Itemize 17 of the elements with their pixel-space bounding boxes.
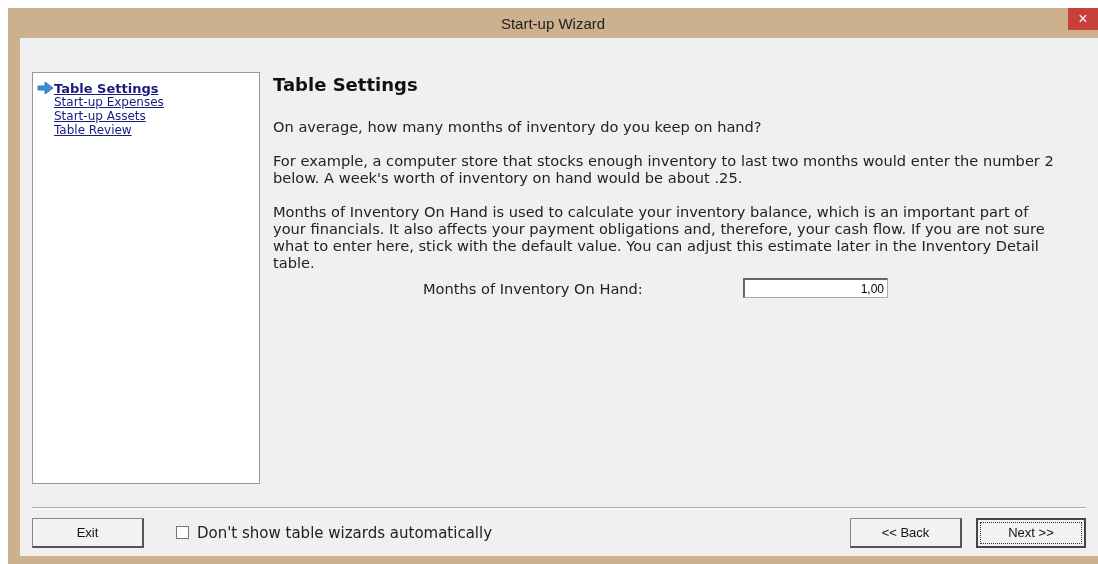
paragraph: On average, how many months of inventory do you keep on hand? xyxy=(273,118,763,135)
window-title: Start-up Wizard xyxy=(500,14,606,32)
step-link[interactable]: Start-up Expenses xyxy=(54,95,164,109)
step-link[interactable]: Table Review xyxy=(54,123,132,137)
exit-button[interactable]: Exit xyxy=(32,517,144,548)
back-button[interactable]: << Back xyxy=(850,517,962,548)
step-link[interactable]: Table Settings xyxy=(54,80,159,96)
step-link[interactable]: Start-up Assets xyxy=(54,109,146,123)
field-label: Months of Inventory On Hand: xyxy=(423,279,644,297)
months-input[interactable]: 1,00 xyxy=(743,278,888,298)
page-heading: Table Settings xyxy=(273,74,419,95)
checkbox-label: Don't show table wizards automatically xyxy=(197,523,493,542)
paragraph: For example, a computer store that stocks enough inventory to last two months would enter the number 2 below. A week's worth of inventory on hand would be about .25. xyxy=(273,152,1055,186)
checkbox[interactable] xyxy=(176,526,189,539)
next-button[interactable]: Next >> xyxy=(976,517,1086,548)
close-button[interactable]: × xyxy=(1068,8,1098,30)
paragraph: Months of Inventory On Hand is used to calculate your inventory balance, which is an important part of your financials. It also affects your payment obligations and, therefore, your cash flow. If you are not sure what to enter here, stick with the default value. You can adjust this estimate later in the Inventory Detail table. xyxy=(273,203,1046,271)
